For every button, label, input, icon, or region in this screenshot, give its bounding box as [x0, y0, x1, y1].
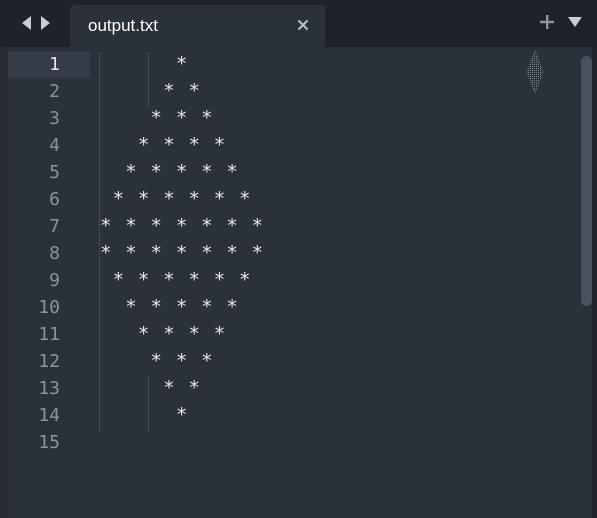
tab-bar: output.txt [0, 0, 597, 47]
code-line: * * [100, 377, 202, 399]
code-line: * * * * [100, 134, 227, 156]
chevron-left-icon[interactable] [20, 14, 32, 32]
line-number: 14 [38, 405, 60, 426]
code-line: * * * [100, 350, 214, 372]
line-number: 6 [49, 189, 60, 210]
line-number: 8 [49, 243, 60, 264]
triangle-down-icon[interactable] [567, 15, 583, 29]
line-number: 9 [49, 270, 60, 291]
code-line: * [100, 53, 189, 75]
line-number: 15 [38, 432, 60, 453]
line-number-gutter: 1 2 3 4 5 6 7 8 9 10 11 12 13 14 15 [8, 51, 90, 456]
line-number: 3 [49, 108, 60, 129]
code-content[interactable]: * * * * * * * * * * * * * * * * * * * * … [100, 51, 560, 456]
code-line: * * * * * * * [100, 215, 265, 237]
line-number: 13 [38, 378, 60, 399]
scrollbar-rail [592, 47, 597, 518]
chevron-right-icon[interactable] [40, 14, 52, 32]
code-line: * * * * * [100, 296, 240, 318]
minimap[interactable] [524, 50, 546, 94]
line-number: 11 [38, 324, 60, 345]
line-number: 5 [49, 162, 60, 183]
code-line: * * [100, 80, 202, 102]
line-number: 7 [49, 216, 60, 237]
line-number: 1 [8, 51, 90, 78]
tab-navigation [20, 14, 52, 32]
code-line: * * * [100, 107, 214, 129]
tab-bar-actions [539, 14, 583, 30]
plus-icon[interactable] [539, 14, 555, 30]
editor-window: output.txt 1 2 3 4 5 6 7 8 9 10 11 12 13… [0, 0, 597, 518]
code-line: * * * * * [100, 161, 240, 183]
editor-area[interactable]: 1 2 3 4 5 6 7 8 9 10 11 12 13 14 15 * * … [0, 47, 597, 518]
line-number: 10 [38, 297, 60, 318]
tab-label: output.txt [88, 16, 158, 35]
code-line: * * * * [100, 323, 227, 345]
line-number: 12 [38, 351, 60, 372]
line-number: 2 [49, 81, 60, 102]
code-line: * * * * * * [100, 269, 252, 291]
tab-output-txt[interactable]: output.txt [70, 5, 325, 47]
editor-left-edge [0, 47, 8, 518]
code-line: * [100, 404, 189, 426]
line-number: 4 [49, 135, 60, 156]
code-line: * * * * * * * [100, 242, 265, 264]
scrollbar-thumb[interactable] [581, 56, 592, 306]
code-line: * * * * * * [100, 188, 252, 210]
close-icon[interactable] [297, 19, 309, 31]
